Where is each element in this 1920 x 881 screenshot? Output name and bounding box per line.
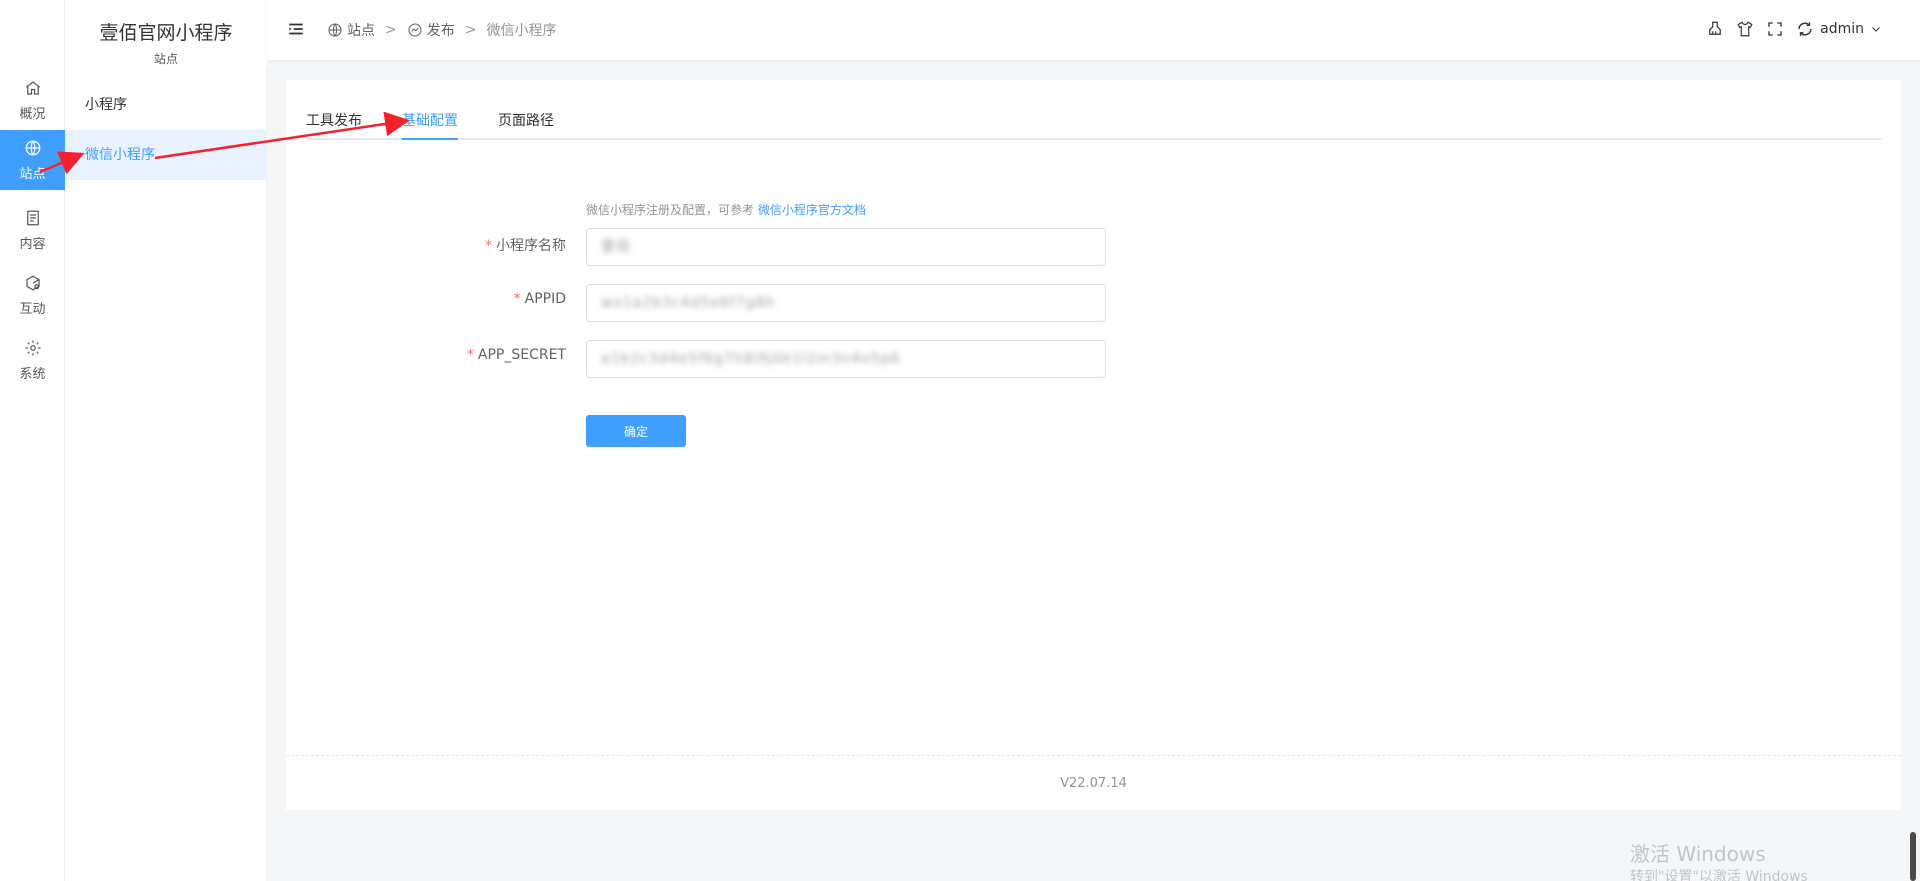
fullscreen-icon[interactable] <box>1766 20 1784 38</box>
field-label-text: 小程序名称 <box>496 238 566 254</box>
document-icon <box>26 210 39 225</box>
header-actions: admin <box>1694 18 1882 40</box>
tab-basic-config[interactable]: 基础配置 <box>402 110 458 140</box>
rail-item-content[interactable]: 内容 <box>0 200 65 260</box>
breadcrumb-separator: > <box>464 22 477 38</box>
icon-rail: 概况 站点 内容 互动 系统 <box>0 0 65 881</box>
activation-watermark-sub: 转到"设置"以激活 Windows <box>1630 869 1808 881</box>
rail-item-label: 系统 <box>19 366 46 382</box>
field-value: 壹佰 <box>601 239 631 255</box>
field-label-text: APPID <box>524 291 566 307</box>
form-hint-text: 微信小程序注册及配置，可参考 <box>586 203 755 217</box>
rail-item-label: 内容 <box>19 236 46 252</box>
interaction-icon <box>25 275 40 290</box>
tab-bar: 工具发布 基础配置 页面路径 <box>306 102 1881 140</box>
required-mark: * <box>513 291 521 307</box>
top-bar: 站点 > 发布 > 微信小程序 admin <box>267 0 1920 60</box>
footer-divider <box>286 755 1901 756</box>
app-subtitle: 站点 <box>65 50 267 67</box>
clean-icon[interactable] <box>1706 20 1724 38</box>
form-hint: 微信小程序注册及配置，可参考 微信小程序官方文档 <box>586 201 866 218</box>
field-label-text: APP_SECRET <box>477 347 566 363</box>
rail-item-label: 概况 <box>19 106 46 122</box>
miniprogram-name-input[interactable]: 壹佰 <box>586 228 1106 266</box>
tab-tool-publish[interactable]: 工具发布 <box>306 110 362 140</box>
field-value: wx1a2b3c4d5e6f7g8h <box>601 295 776 311</box>
breadcrumb-separator: > <box>385 22 397 38</box>
globe-icon <box>25 140 40 155</box>
official-docs-link[interactable]: 微信小程序官方文档 <box>758 203 866 217</box>
field-value: a1b2c3d4e5f6g7h8i9j0k1l2m3n4o5p6 <box>601 351 901 367</box>
appid-input[interactable]: wx1a2b3c4d5e6f7g8h <box>586 284 1106 322</box>
required-mark: * <box>485 238 492 254</box>
gear-icon <box>25 340 40 355</box>
app-title: 壹佰官网小程序 <box>99 22 233 44</box>
rail-item-label: 站点 <box>19 166 46 182</box>
breadcrumb-label: 站点 <box>347 23 375 39</box>
subnav-item-miniprogram[interactable]: 小程序 <box>65 80 267 130</box>
breadcrumb-item-publish[interactable]: 发布 <box>407 20 455 40</box>
main-panel: 工具发布 基础配置 页面路径 微信小程序注册及配置，可参考 微信小程序官方文档 … <box>286 80 1901 810</box>
theme-shirt-icon[interactable] <box>1736 20 1754 38</box>
confirm-button[interactable]: 确定 <box>586 415 686 447</box>
breadcrumb-label: 发布 <box>426 23 455 39</box>
home-icon <box>25 80 40 95</box>
refresh-icon[interactable] <box>1796 20 1814 38</box>
field-label-name: * 小程序名称 <box>346 235 566 255</box>
menu-toggle-icon[interactable] <box>287 20 305 38</box>
scrollbar-thumb[interactable] <box>1910 832 1916 881</box>
app-subtitle-text: 站点 <box>145 52 186 66</box>
field-label-appid: * APPID <box>346 291 566 307</box>
rail-item-interaction[interactable]: 互动 <box>0 265 65 325</box>
subnav-item-wechat-miniprogram[interactable]: 微信小程序 <box>65 130 267 180</box>
version-text: V22.07.14 <box>1060 776 1127 791</box>
tab-page-path[interactable]: 页面路径 <box>498 110 554 140</box>
activation-watermark: 激活 Windows <box>1630 842 1766 866</box>
globe-icon <box>328 23 342 37</box>
rail-item-overview[interactable]: 概况 <box>0 70 65 130</box>
field-label-app-secret: * APP_SECRET <box>346 347 566 363</box>
publish-icon <box>408 23 422 37</box>
breadcrumb-label: 微信小程序 <box>486 23 557 39</box>
chevron-down-icon <box>1872 27 1880 32</box>
rail-item-label: 互动 <box>19 301 46 317</box>
required-mark: * <box>466 347 474 363</box>
user-name: admin <box>1820 21 1864 37</box>
breadcrumb-item-site[interactable]: 站点 <box>327 20 375 40</box>
breadcrumb-item-current: 微信小程序 <box>486 20 556 40</box>
rail-item-system[interactable]: 系统 <box>0 330 65 390</box>
user-menu[interactable]: admin <box>1820 21 1882 37</box>
app-secret-input[interactable]: a1b2c3d4e5f6g7h8i9j0k1l2m3n4o5p6 <box>586 340 1106 378</box>
breadcrumb: 站点 > 发布 > 微信小程序 <box>327 20 556 40</box>
rail-item-site[interactable]: 站点 <box>0 130 65 190</box>
